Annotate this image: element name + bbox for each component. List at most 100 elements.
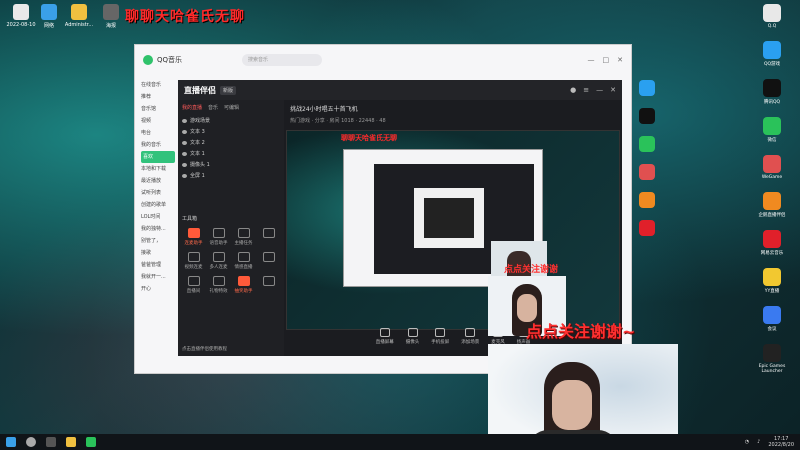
sidebar-item-active[interactable]: 喜欢 bbox=[141, 151, 175, 163]
meeting-icon bbox=[763, 306, 781, 324]
task-view-icon[interactable] bbox=[46, 437, 56, 447]
tool-button[interactable]: 多人连麦 bbox=[207, 252, 230, 270]
file-icon bbox=[13, 4, 29, 20]
system-tray: ◔ ♪ 17:17 2022/8/20 bbox=[745, 436, 794, 448]
qq-music-search-input[interactable]: 搜索音乐 bbox=[242, 54, 323, 66]
qq-penguin-icon[interactable] bbox=[639, 108, 655, 124]
taskbar-clock[interactable]: 17:17 2022/8/20 bbox=[768, 436, 794, 448]
scene-item[interactable]: 文本 3 bbox=[182, 126, 280, 137]
scene-item[interactable]: 全屏 1 bbox=[182, 170, 280, 181]
eye-icon[interactable] bbox=[182, 162, 187, 167]
avatar-icon[interactable]: ● bbox=[570, 86, 576, 94]
eye-icon[interactable] bbox=[182, 129, 187, 134]
desktop-icon-label: 腾讯QQ bbox=[763, 100, 781, 105]
file-explorer-icon[interactable] bbox=[66, 437, 76, 447]
desktop-icon[interactable]: 企鹅直播伴侣 bbox=[750, 192, 794, 218]
scene-item[interactable]: 文本 1 bbox=[182, 148, 280, 159]
eye-icon[interactable] bbox=[182, 151, 187, 156]
sidebar-item[interactable]: 我的独特... bbox=[141, 223, 175, 235]
desktop-icon[interactable]: 腾讯QQ bbox=[750, 79, 794, 105]
sidebar-item[interactable]: 音乐馆 bbox=[141, 103, 175, 115]
sidebar-item[interactable]: 开心 bbox=[141, 283, 175, 295]
eye-icon[interactable] bbox=[182, 173, 187, 178]
plus-icon bbox=[465, 327, 476, 337]
desktop-icon[interactable]: 会议 bbox=[750, 306, 794, 332]
tool-button[interactable]: 视频连麦 bbox=[182, 252, 205, 270]
netease-music-icon[interactable] bbox=[639, 220, 655, 236]
menu-icon[interactable]: ≡ bbox=[583, 86, 589, 94]
scene-item[interactable]: 摄像头 1 bbox=[182, 159, 280, 170]
sidebar-item[interactable]: 最近播放 bbox=[141, 175, 175, 187]
tool-icon bbox=[212, 252, 225, 262]
tab-my-live[interactable]: 我的直播 bbox=[182, 104, 202, 111]
minimize-icon[interactable]: — bbox=[596, 86, 603, 94]
network-icon[interactable]: ◔ bbox=[745, 439, 749, 445]
sidebar-item[interactable]: 试听列表 bbox=[141, 187, 175, 199]
add-scene-button[interactable]: 添加场景 bbox=[461, 327, 480, 345]
close-icon[interactable]: ✕ bbox=[610, 86, 616, 94]
desktop-icon[interactable]: 网易云音乐 bbox=[750, 230, 794, 256]
qq-game-icon[interactable] bbox=[639, 80, 655, 96]
sidebar-item: 我的音乐 bbox=[141, 142, 162, 148]
search-icon[interactable] bbox=[26, 437, 36, 447]
nested-follow-text: 点点关注谢谢 bbox=[504, 265, 559, 275]
close-icon[interactable]: ✕ bbox=[617, 56, 623, 64]
screen-capture-button[interactable]: 直播屏幕 bbox=[376, 327, 394, 345]
desktop-icon[interactable]: QQ游戏 bbox=[750, 41, 794, 67]
desktop-icon[interactable]: Epic Games Launcher bbox=[750, 344, 794, 374]
tool-button[interactable]: 抽奖助手 bbox=[232, 276, 255, 294]
sidebar-item[interactable]: 别管了， bbox=[141, 235, 175, 247]
tool-button[interactable] bbox=[257, 228, 280, 246]
scene-label: 摄像头 1 bbox=[190, 162, 210, 168]
sidebar-item[interactable]: 本地和下载 bbox=[141, 163, 175, 175]
maximize-icon[interactable]: □ bbox=[603, 56, 610, 64]
tool-button[interactable] bbox=[257, 276, 280, 294]
tab-music[interactable]: 音乐 bbox=[208, 104, 218, 111]
tool-button[interactable]: 连麦助手 bbox=[182, 228, 205, 246]
qq-music-taskbar-icon[interactable] bbox=[86, 437, 96, 447]
camera-button[interactable]: 摄像头 bbox=[406, 327, 419, 345]
toolbox-grid: 连麦助手 语音助手 主播任务 视频连麦 多人连麦 情感直播 直播间 礼物特效 抽… bbox=[182, 228, 280, 294]
overlay-title: 聊聊天哈雀氏无聊 bbox=[125, 9, 245, 25]
minimize-icon[interactable]: — bbox=[588, 56, 595, 64]
tool-button[interactable]: 情感直播 bbox=[232, 252, 255, 270]
helper-tabs: 我的直播 音乐 可编辑 bbox=[182, 104, 280, 111]
sidebar-item[interactable]: LOL时间 bbox=[141, 211, 175, 223]
scene-item[interactable]: 游戏场景 bbox=[182, 115, 280, 126]
volume-icon[interactable]: ♪ bbox=[757, 439, 760, 445]
eye-icon[interactable] bbox=[182, 140, 187, 145]
desktop-icon-3[interactable]: 海报 bbox=[90, 4, 132, 29]
desktop-icon[interactable]: WeGame bbox=[750, 155, 794, 180]
tool-button[interactable]: 礼物特效 bbox=[207, 276, 230, 294]
scene-label: 文本 3 bbox=[190, 129, 205, 135]
wechat-icon[interactable] bbox=[639, 136, 655, 152]
windows-start-icon[interactable] bbox=[6, 437, 16, 447]
sidebar-item: 创建的歌单 bbox=[141, 202, 167, 208]
tool-button[interactable]: 语音助手 bbox=[207, 228, 230, 246]
sidebar-item[interactable]: 视频 bbox=[141, 115, 175, 127]
helper-version-badge[interactable]: 新版 bbox=[220, 85, 237, 95]
wechat-icon bbox=[763, 117, 781, 135]
network-icon bbox=[41, 4, 57, 20]
sidebar-item[interactable]: 接歌 bbox=[141, 247, 175, 259]
desktop-icon[interactable]: 微信 bbox=[750, 117, 794, 143]
phone-cast-button[interactable]: 手机投屏 bbox=[431, 327, 449, 345]
helper-notice[interactable]: 点击直播伴侣使用教程 bbox=[182, 346, 227, 352]
desktop-icon[interactable]: YY直播 bbox=[750, 268, 794, 294]
desktop-icon[interactable]: Q.Q bbox=[750, 4, 794, 29]
tool-button[interactable]: 主播任务 bbox=[232, 228, 255, 246]
sidebar-item[interactable]: 推荐 bbox=[141, 91, 175, 103]
tool-button[interactable] bbox=[257, 252, 280, 270]
wegame-icon[interactable] bbox=[639, 164, 655, 180]
tab-editable[interactable]: 可编辑 bbox=[224, 104, 239, 111]
stream-helper-icon[interactable] bbox=[639, 192, 655, 208]
eye-icon[interactable] bbox=[182, 118, 187, 123]
sidebar-item[interactable]: 爸爸管理 bbox=[141, 259, 175, 271]
tool-button[interactable]: 直播间 bbox=[182, 276, 205, 294]
tool-icon bbox=[212, 228, 225, 238]
sidebar-item: 在线音乐 bbox=[141, 82, 162, 88]
sidebar-item[interactable]: 电台 bbox=[141, 127, 175, 139]
sidebar-item[interactable]: 我就开一... bbox=[141, 271, 175, 283]
scene-item[interactable]: 文本 2 bbox=[182, 137, 280, 148]
control-label: 添加场景 bbox=[461, 339, 480, 345]
